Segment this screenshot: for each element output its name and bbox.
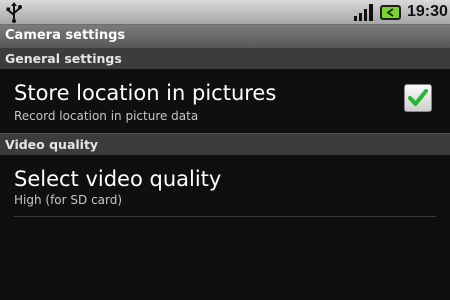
page-title: Camera settings [5,28,126,43]
category-video-quality: Video quality [0,133,450,155]
battery-charging-icon [380,5,401,20]
preference-title: Select video quality [14,167,222,191]
category-label: General settings [5,51,122,66]
store-location-preference[interactable]: Store location in pictures Record locati… [0,69,450,133]
video-quality-preference[interactable]: Select video quality High (for SD card) [0,155,450,217]
preference-summary: High (for SD card) [14,193,123,207]
category-label: Video quality [5,137,99,152]
preference-title: Store location in pictures [14,81,277,105]
usb-icon [5,2,23,23]
status-time: 19:30 [407,3,448,20]
list-divider [14,216,436,217]
signal-icon [353,3,375,22]
screen: 19:30 Camera settings General settings S… [0,0,450,300]
preference-summary: Record location in picture data [14,109,199,123]
title-bar: Camera settings [0,25,450,47]
status-bar: 19:30 [0,0,450,25]
category-general-settings: General settings [0,47,450,69]
store-location-checkbox[interactable] [404,84,432,112]
